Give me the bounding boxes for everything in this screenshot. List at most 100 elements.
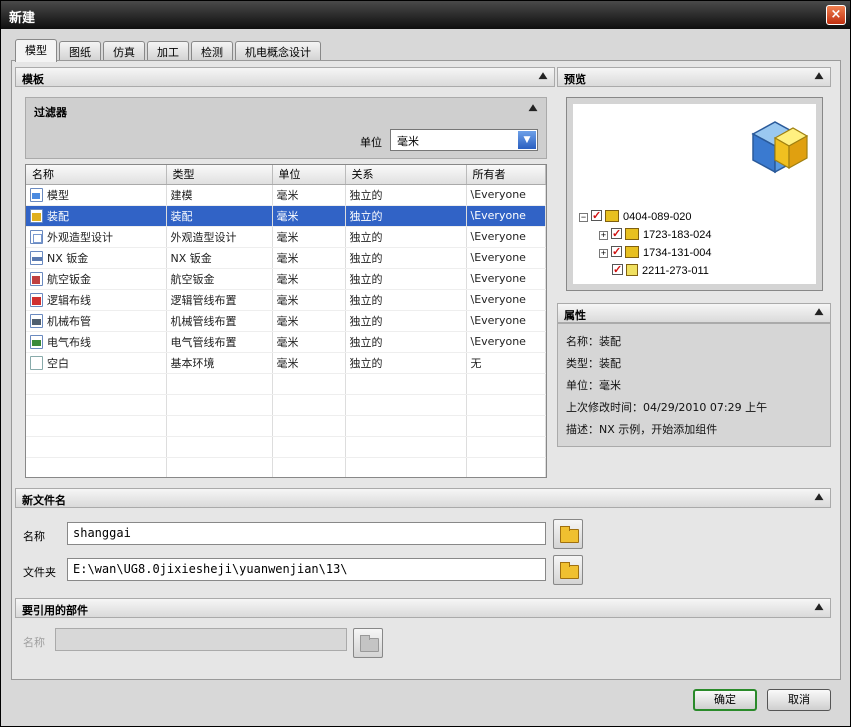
table-cell-owner: \Everyone: [466, 310, 546, 332]
templates-section-header[interactable]: 模板: [15, 67, 555, 87]
properties-section-header[interactable]: 属性: [557, 303, 831, 323]
tab-model[interactable]: 模型: [15, 39, 57, 62]
table-cell-type: 机械管线布置: [166, 310, 273, 332]
checkbox-icon[interactable]: [611, 225, 622, 243]
collapse-icon[interactable]: [536, 69, 550, 85]
table-row[interactable]: 装配 装配 毫米 独立的 \Everyone: [26, 205, 546, 227]
referenced-part-section-header[interactable]: 要引用的部件: [15, 598, 831, 618]
chevron-down-icon[interactable]: ▼: [518, 131, 536, 149]
table-row[interactable]: 机械布管 机械管线布置 毫米 独立的 \Everyone: [26, 310, 546, 332]
assembly-icon: [625, 246, 639, 258]
table-cell-text: 独立的: [349, 230, 383, 244]
filter-title: 过滤器: [34, 106, 67, 119]
referenced-part-section-title: 要引用的部件: [22, 604, 88, 617]
assembly-icon: [625, 228, 639, 240]
browse-folder-icon[interactable]: [553, 555, 583, 585]
ok-button[interactable]: 确定: [693, 689, 757, 711]
tab-manufacturing[interactable]: 加工: [147, 41, 189, 62]
table-cell-text: 电气布线: [47, 335, 91, 349]
column-header-owner[interactable]: 所有者: [466, 165, 546, 185]
table-cell-text: 外观造型设计: [170, 230, 237, 244]
collapse-icon[interactable]: [812, 69, 826, 85]
checkbox-icon[interactable]: [611, 243, 622, 261]
table-cell-unit: 毫米: [272, 205, 346, 227]
table-row[interactable]: NX 钣金 NX 钣金 毫米 独立的 \Everyone: [26, 247, 546, 269]
new-filename-section-header[interactable]: 新文件名: [15, 488, 831, 508]
table-cell-text: 电气管线布置: [170, 335, 237, 349]
close-icon[interactable]: ×: [826, 5, 846, 25]
table-cell-relation: 独立的: [345, 247, 467, 269]
collapse-tree-icon[interactable]: −: [579, 213, 588, 222]
expand-tree-icon[interactable]: +: [599, 249, 608, 258]
tree-node-label: 2211-273-011: [642, 265, 709, 277]
property-description: 描述：NX 示例，开始添加组件: [566, 423, 718, 436]
table-cell-text: 毫米: [276, 335, 299, 349]
filename-input[interactable]: shanggai: [67, 522, 546, 545]
table-cell-relation: 独立的: [345, 331, 467, 353]
table-cell-text: \Everyone: [470, 272, 526, 285]
table-cell-owner: \Everyone: [466, 184, 546, 206]
table-cell-text: 逻辑布线: [47, 293, 91, 307]
table-cell-owner: \Everyone: [466, 268, 546, 290]
collapse-icon[interactable]: [812, 305, 826, 321]
unit-select[interactable]: 毫米 ▼: [390, 129, 538, 151]
collapse-icon[interactable]: [526, 101, 540, 117]
table-cell-unit: 毫米: [272, 289, 346, 311]
table-row[interactable]: 空白 基本环境 毫米 独立的 无: [26, 352, 546, 374]
table-cell-name: NX 钣金: [26, 247, 167, 269]
table-cell-text: 毫米: [276, 251, 299, 265]
tab-simulation[interactable]: 仿真: [103, 41, 145, 62]
table-cell-type: 航空钣金: [166, 268, 273, 290]
table-cell-name: 逻辑布线: [26, 289, 167, 311]
column-header-type[interactable]: 类型: [166, 165, 273, 185]
column-header-unit[interactable]: 单位: [272, 165, 346, 185]
part-icon: [30, 187, 43, 202]
checkbox-icon[interactable]: [612, 261, 623, 279]
unit-label: 单位: [360, 136, 382, 149]
empty-table-cell: [272, 394, 346, 416]
folder-input[interactable]: E:\wan\UG8.0jixiesheji\yuanwenjian\13\: [67, 558, 546, 581]
empty-table-cell: [272, 415, 346, 437]
table-cell-owner: 无: [466, 352, 546, 374]
collapse-icon[interactable]: [812, 490, 826, 506]
empty-table-row: [26, 373, 546, 395]
tree-node[interactable]: +1734-131-004: [579, 243, 712, 262]
empty-table-cell: [466, 436, 546, 458]
table-row[interactable]: 模型 建模 毫米 独立的 \Everyone: [26, 184, 546, 206]
collapse-icon[interactable]: [812, 600, 826, 616]
table-row[interactable]: 航空钣金 航空钣金 毫米 独立的 \Everyone: [26, 268, 546, 290]
empty-table-cell: [272, 373, 346, 395]
checkbox-icon[interactable]: [591, 207, 602, 225]
empty-table-cell: [26, 457, 167, 477]
table-cell-text: 逻辑管线布置: [170, 293, 237, 307]
table-cell-unit: 毫米: [272, 331, 346, 353]
filename-label: 名称: [23, 530, 45, 543]
table-row[interactable]: 外观造型设计 外观造型设计 毫米 独立的 \Everyone: [26, 226, 546, 248]
table-cell-relation: 独立的: [345, 226, 467, 248]
preview-section-header[interactable]: 预览: [557, 67, 831, 87]
tab-inspection[interactable]: 检测: [191, 41, 233, 62]
preview-section-title: 预览: [564, 73, 586, 86]
cancel-button[interactable]: 取消: [767, 689, 831, 711]
tree-node[interactable]: − 0404-089-020: [579, 207, 712, 226]
tree-node[interactable]: 2211-273-011: [579, 261, 712, 280]
table-cell-name: 电气布线: [26, 331, 167, 353]
column-header-name[interactable]: 名称: [26, 165, 167, 185]
table-cell-text: 机械布管: [47, 314, 91, 328]
expand-tree-icon[interactable]: +: [599, 231, 608, 240]
column-header-relation[interactable]: 关系: [345, 165, 467, 185]
empty-table-cell: [466, 394, 546, 416]
table-cell-owner: \Everyone: [466, 289, 546, 311]
tree-node[interactable]: +1723-183-024: [579, 225, 712, 244]
table-cell-unit: 毫米: [272, 184, 346, 206]
table-cell-text: 装配: [170, 209, 193, 223]
browse-folder-icon[interactable]: [553, 519, 583, 549]
table-cell-unit: 毫米: [272, 352, 346, 374]
tab-mechatronics-concept-design[interactable]: 机电概念设计: [235, 41, 321, 62]
table-cell-text: 装配: [47, 209, 69, 223]
tab-drawing[interactable]: 图纸: [59, 41, 101, 62]
table-row[interactable]: 逻辑布线 逻辑管线布置 毫米 独立的 \Everyone: [26, 289, 546, 311]
table-cell-text: 基本环境: [170, 356, 215, 370]
aero-sheet-metal-icon: [30, 271, 43, 286]
table-row[interactable]: 电气布线 电气管线布置 毫米 独立的 \Everyone: [26, 331, 546, 353]
